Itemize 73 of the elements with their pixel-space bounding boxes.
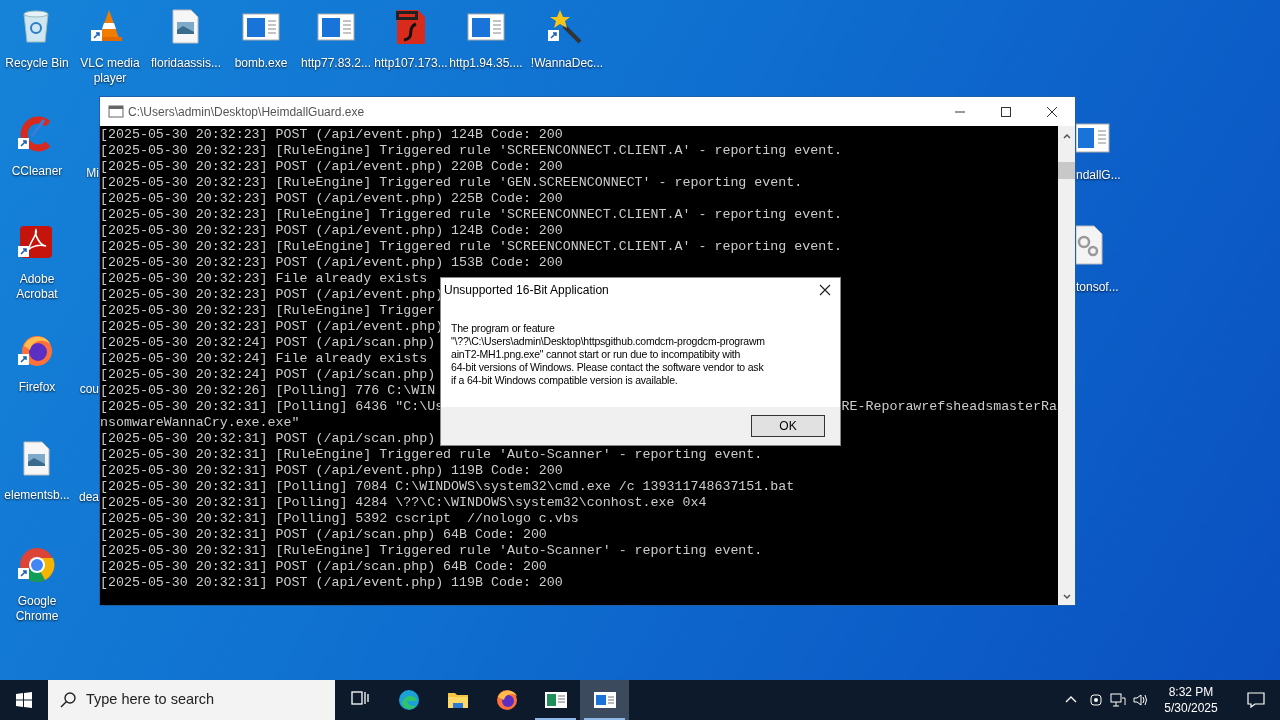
chrome-icon: [18, 546, 56, 584]
icon-label: http1.94.35....: [449, 56, 523, 71]
chat-bubble-icon: [1247, 691, 1265, 709]
edge-icon: [397, 689, 420, 711]
console-line: [2025-05-30 20:32:24] POST (/api/scan.php): [100, 335, 436, 351]
icon-label: Mi: [86, 166, 99, 181]
close-button[interactable]: [818, 283, 832, 297]
ok-button[interactable]: OK: [751, 415, 825, 437]
console-line: [2025-05-30 20:32:31] POST (/api/scan.php): [100, 431, 436, 447]
scrollbar[interactable]: [1058, 126, 1075, 605]
maximize-icon: [1000, 105, 1012, 118]
console-line: [2025-05-30 20:32:23] POST (/api/event.php) 225B Code: 200: [100, 191, 563, 207]
webcam-icon: [1088, 692, 1104, 708]
firefox-icon: [495, 689, 518, 711]
icon-label: CCleaner: [10, 164, 64, 179]
icon-label: VLC media player: [79, 56, 141, 86]
console-line: [2025-05-30 20:32:23] File already exists: [100, 271, 428, 287]
console-line: [2025-05-30 20:32:23] [RuleEngine] Triggered rule 'GEN.SCREENCONNECT' - reporting event.: [100, 175, 803, 191]
console-line: [2025-05-30 20:32:31] POST (/api/event.php) 119B Code: 200: [100, 463, 563, 479]
console-line: [2025-05-30 20:32:31] POST (/api/scan.php) 64B Code: 200: [100, 559, 547, 575]
console-line: [2025-05-30 20:32:26] [Polling] 776 C:\WIN: [100, 383, 436, 399]
console-line: [2025-05-30 20:32:23] POST (/api/event.php): [100, 287, 444, 303]
icon-label: Adobe Acrobat: [15, 272, 59, 302]
search-icon: [60, 692, 76, 708]
icon-label: tonsof...: [1076, 280, 1119, 295]
icon-label: bomb.exe: [233, 56, 289, 71]
console-line: [2025-05-30 20:32:23] [RuleEngine] Trigger: [100, 303, 436, 319]
console-line: [2025-05-30 20:32:31] POST (/api/scan.php) 64B Code: 200: [100, 527, 547, 543]
clock-date[interactable]: 5/30/2025: [1164, 700, 1218, 716]
console-line: nsomwareWannaCry.exe.exe": [100, 415, 300, 431]
speaker-icon: [1132, 692, 1148, 708]
console-line: [2025-05-30 20:32:31] [Polling] 5392 cscript //nologo c.vbs: [100, 511, 579, 527]
windows-logo-icon: [16, 692, 32, 708]
console-line: [2025-05-30 20:32:23] [RuleEngine] Triggered rule 'SCREENCONNECT.CLIENT.A' - reporting event.: [100, 143, 843, 159]
application-window-icon: [544, 689, 567, 711]
icon-label: !WannaDec...: [530, 56, 604, 71]
clock-time[interactable]: 8:32 PM: [1168, 684, 1214, 700]
console-line: [2025-05-30 20:32:23] [RuleEngine] Triggered rule 'SCREENCONNECT.CLIENT.A' - reporting event.: [100, 239, 843, 255]
icon-label: Recycle Bin: [4, 56, 70, 71]
console-app-icon: [108, 104, 124, 119]
console-line: [2025-05-30 20:32:23] POST (/api/event.php) 124B Code: 200: [100, 223, 563, 239]
network-icon: [1110, 692, 1126, 708]
icon-label: floridaassis...: [150, 56, 222, 71]
window-title: C:\Users\admin\Desktop\HeimdallGuard.exe: [128, 103, 366, 121]
taskbar-app-button[interactable]: [580, 680, 629, 720]
icon-label: http107.173...: [374, 56, 448, 71]
console-line: [2025-05-30 20:32:31] [RuleEngine] Triggered rule 'Auto-Scanner' - reporting event.: [100, 447, 763, 463]
search-input[interactable]: Type here to search: [86, 689, 306, 711]
icon-label: ndallG...: [1076, 168, 1121, 183]
console-line: [2025-05-30 20:32:23] POST (/api/event.php) 220B Code: 200: [100, 159, 563, 175]
console-line: [2025-05-30 20:32:23] POST (/api/event.php) 124B Code: 200: [100, 127, 563, 143]
console-line: [2025-05-30 20:32:31] [Polling] 7084 C:\WINDOWS\system32\cmd.exe /c 139311748637151.bat: [100, 479, 795, 495]
icon-label: elementsb...: [3, 488, 71, 503]
close-icon: [1046, 105, 1058, 118]
icon-label: dea: [78, 490, 99, 505]
search-field[interactable]: Type here to search: [48, 680, 335, 720]
console-line: [2025-05-30 20:32:31] [RuleEngine] Triggered rule 'Auto-Scanner' - reporting event.: [100, 543, 763, 559]
icon-label: Google Chrome: [14, 594, 60, 624]
scrollbar-thumb[interactable]: [1058, 162, 1075, 179]
console-line: [2025-05-30 20:32:24] POST (/api/scan.php): [100, 367, 436, 383]
dialog-message: The program or feature "\??\C:\Users\admin\Desktop\httpsgithub.comdcm-progdcm-prograwm ainT2-MH1.png.exe" cannot start or run due to incompatibity with 64-bit versions of Windows. Please contact the software vendor to ask if a 64-bit Windows compatible version is available.: [451, 322, 766, 387]
dialog-title: Unsupported 16-Bit Application: [444, 282, 609, 299]
console-line: [2025-05-30 20:32:24] File already exists: [100, 351, 428, 367]
icon-label: Firefox: [17, 380, 57, 395]
console-line: [2025-05-30 20:32:23] [RuleEngine] Triggered rule 'SCREENCONNECT.CLIENT.A' - reporting event.: [100, 207, 843, 223]
application-window-icon: [593, 689, 616, 711]
console-line: [2025-05-30 20:32:31] [Polling] 4284 \??\C:\WINDOWS\system32\conhost.exe 0x4: [100, 495, 707, 511]
console-line: [2025-05-30 20:32:23] POST (/api/event.php) 153B Code: 200: [100, 255, 563, 271]
console-line: [2025-05-30 20:32:31] POST (/api/event.php) 119B Code: 200: [100, 575, 563, 591]
console-line: [2025-05-30 20:32:23] POST (/api/event.php): [100, 319, 444, 335]
console-line: RE-ReporawrefsheadsmasterRa: [841, 399, 1058, 415]
icon-label: cou: [79, 382, 99, 397]
icon-label: http77.83.2...: [299, 56, 373, 71]
